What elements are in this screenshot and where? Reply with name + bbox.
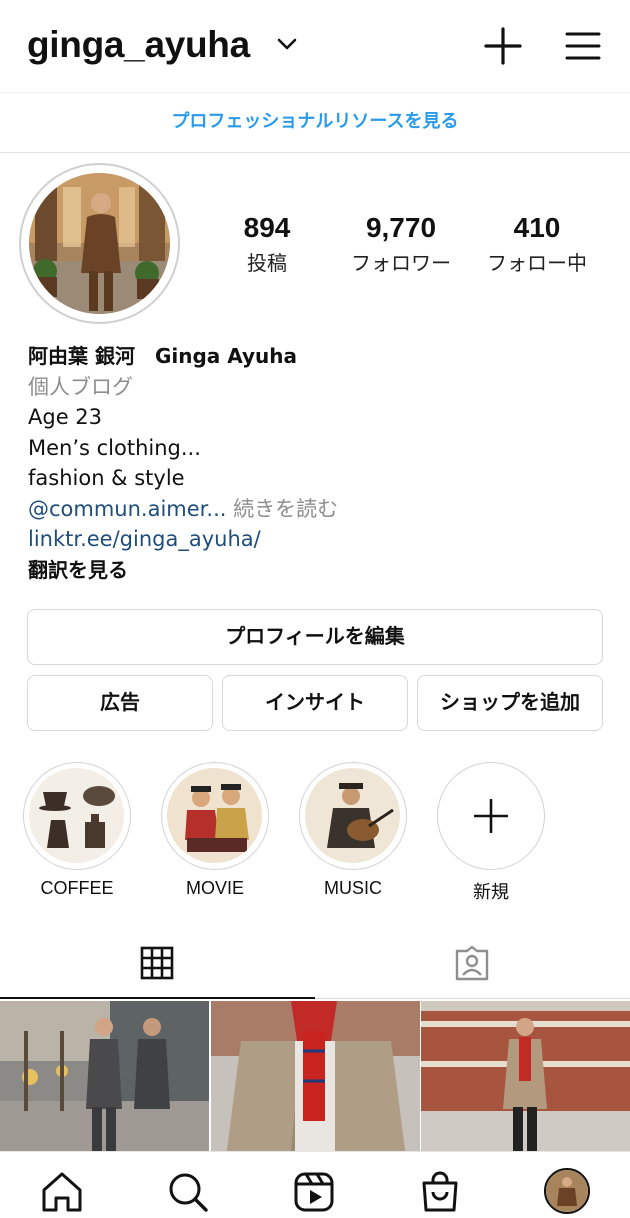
bio-line: fashion & style	[28, 466, 185, 490]
posts-label: 投稿	[247, 251, 287, 275]
tab-tagged[interactable]	[315, 940, 630, 1000]
stat-followers[interactable]: 9,770 フォロワー	[340, 212, 462, 276]
highlight-ring	[23, 762, 131, 870]
home-icon[interactable]	[40, 1170, 84, 1214]
username-switcher[interactable]: ginga_ayuha	[27, 24, 250, 66]
highlight-movie[interactable]: MOVIE	[161, 762, 269, 899]
highlight-new[interactable]: 新規	[437, 762, 545, 904]
coffee-highlight-image	[29, 768, 124, 863]
movie-highlight-image	[167, 768, 262, 863]
followers-label: フォロワー	[351, 251, 451, 275]
professional-resources-link[interactable]: プロフェッショナルリソースを見る	[0, 92, 630, 153]
chevron-down-icon[interactable]	[276, 37, 298, 51]
bio-website-link[interactable]: linktr.ee/ginga_ayuha/	[28, 524, 608, 555]
profile-category: 個人ブログ	[28, 374, 133, 399]
bio-mention-link[interactable]: @commun.aimer...	[28, 497, 226, 521]
profile-bio: 阿由葉 銀河 Ginga Ayuha 個人ブログ Age 23 Men’s cl…	[28, 341, 608, 585]
bio-line: Age 23	[28, 405, 103, 429]
profile-tab-avatar[interactable]	[544, 1168, 590, 1214]
reels-icon[interactable]	[292, 1170, 336, 1214]
stat-following[interactable]: 410 フォロー中	[476, 212, 598, 276]
grid-icon	[140, 946, 174, 980]
highlight-coffee[interactable]: COFFEE	[23, 762, 131, 899]
highlight-ring	[299, 762, 407, 870]
profile-avatar	[29, 173, 170, 314]
followers-count: 9,770	[365, 212, 437, 243]
following-label: フォロー中	[487, 251, 587, 275]
post-thumbnail[interactable]	[0, 1001, 209, 1151]
highlight-label: 新規	[473, 882, 509, 902]
tagged-icon	[455, 945, 489, 981]
stat-posts[interactable]: 894 投稿	[222, 212, 312, 276]
read-more-link[interactable]: 続きを読む	[233, 497, 338, 521]
plus-icon[interactable]	[484, 27, 522, 65]
edit-profile-button[interactable]: プロフィールを編集	[27, 609, 603, 665]
following-count: 410	[513, 212, 561, 243]
highlight-label: MUSIC	[324, 878, 382, 898]
plus-icon	[474, 799, 508, 833]
highlight-music[interactable]: MUSIC	[299, 762, 407, 899]
bio-mention-row: @commun.aimer... 続きを読む	[28, 494, 608, 525]
bio-line: Men’s clothing...	[28, 435, 201, 460]
bottom-navigation	[0, 1151, 630, 1218]
insights-button[interactable]: インサイト	[222, 675, 408, 731]
post-thumbnail[interactable]	[421, 1001, 630, 1151]
highlight-ring	[161, 762, 269, 870]
search-icon[interactable]	[166, 1170, 210, 1214]
posts-count: 894	[243, 212, 291, 243]
highlight-label: COFFEE	[40, 878, 114, 898]
active-tab-indicator	[0, 997, 315, 999]
tab-grid[interactable]	[0, 940, 315, 1000]
shop-icon[interactable]	[418, 1170, 462, 1214]
hamburger-menu-icon[interactable]	[564, 30, 602, 62]
music-highlight-image	[305, 768, 400, 863]
post-thumbnail[interactable]	[211, 1001, 420, 1151]
top-header: ginga_ayuha	[0, 0, 630, 92]
highlight-label: MOVIE	[185, 878, 244, 898]
ads-button[interactable]: 広告	[27, 675, 213, 731]
highlight-ring	[437, 762, 545, 870]
translate-link[interactable]: 翻訳を見る	[28, 555, 608, 586]
add-shop-button[interactable]: ショップを追加	[417, 675, 603, 731]
profile-avatar-ring[interactable]	[19, 163, 180, 324]
display-name: 阿由葉 銀河 Ginga Ayuha	[28, 344, 298, 368]
